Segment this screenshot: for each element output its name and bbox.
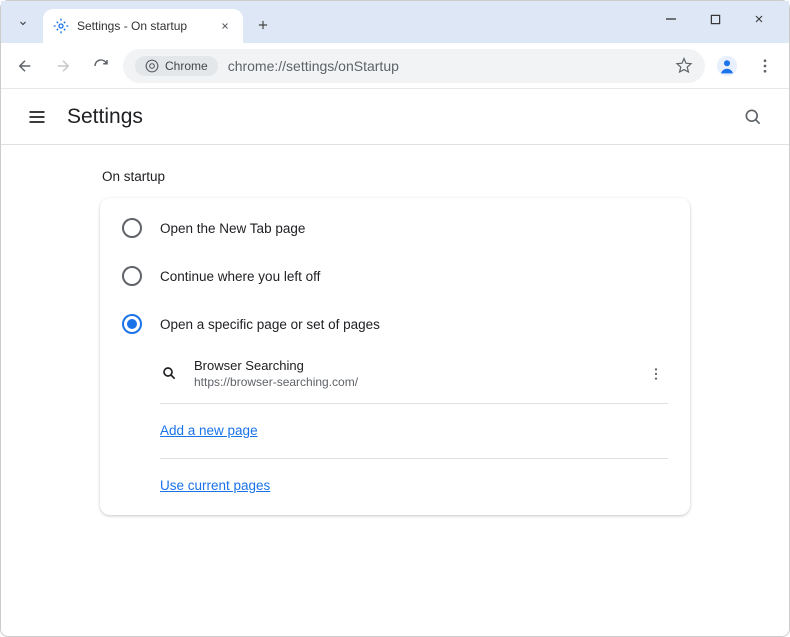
minimize-button[interactable] [653, 5, 689, 33]
gear-icon [53, 18, 69, 34]
plus-icon [256, 18, 270, 32]
option-label: Continue where you left off [160, 269, 320, 284]
search-button[interactable] [735, 99, 771, 135]
page-title: Settings [67, 105, 143, 129]
browser-toolbar: Chrome chrome://settings/onStartup [1, 43, 789, 89]
minimize-icon [665, 13, 677, 25]
tabs-dropdown-button[interactable] [9, 9, 37, 37]
startup-page-url: https://browser-searching.com/ [194, 375, 644, 389]
menu-button[interactable] [19, 99, 55, 135]
close-window-button[interactable] [741, 5, 777, 33]
new-tab-button[interactable] [249, 11, 277, 39]
content-area: On startup Open the New Tab page Continu… [1, 145, 789, 539]
arrow-left-icon [16, 57, 34, 75]
forward-button[interactable] [47, 50, 79, 82]
maximize-icon [710, 14, 721, 25]
use-current-link[interactable]: Use current pages [160, 478, 270, 493]
reload-icon [92, 57, 110, 75]
url-text: chrome://settings/onStartup [228, 58, 665, 74]
menu-icon [27, 107, 47, 127]
more-vertical-icon [756, 57, 774, 75]
back-button[interactable] [9, 50, 41, 82]
window-controls [653, 5, 789, 43]
option-continue[interactable]: Continue where you left off [100, 252, 690, 300]
arrow-right-icon [54, 57, 72, 75]
add-page-row: Add a new page [100, 408, 690, 454]
option-label: Open the New Tab page [160, 221, 305, 236]
search-icon [743, 107, 763, 127]
more-vertical-icon [648, 366, 664, 382]
chrome-chip-label: Chrome [165, 59, 208, 73]
option-new-tab[interactable]: Open the New Tab page [100, 204, 690, 252]
option-label: Open a specific page or set of pages [160, 317, 380, 332]
divider [160, 403, 668, 404]
magnifier-icon [160, 364, 180, 384]
titlebar: Settings - On startup [1, 1, 789, 43]
page-text: Browser Searching https://browser-search… [194, 358, 644, 389]
radio-checked-icon [122, 314, 142, 334]
radio-unchecked-icon [122, 266, 142, 286]
profile-icon [716, 55, 738, 77]
profile-button[interactable] [711, 50, 743, 82]
settings-header: Settings [1, 89, 789, 145]
radio-unchecked-icon [122, 218, 142, 238]
page-more-button[interactable] [644, 362, 668, 386]
maximize-button[interactable] [697, 5, 733, 33]
add-page-link[interactable]: Add a new page [160, 423, 258, 438]
tab-title: Settings - On startup [77, 19, 209, 33]
reload-button[interactable] [85, 50, 117, 82]
browser-tab[interactable]: Settings - On startup [43, 9, 243, 43]
close-icon [220, 21, 230, 31]
address-bar[interactable]: Chrome chrome://settings/onStartup [123, 49, 705, 83]
close-icon [753, 13, 765, 25]
use-current-row: Use current pages [100, 463, 690, 509]
more-button[interactable] [749, 50, 781, 82]
tab-close-button[interactable] [217, 18, 233, 34]
chrome-chip: Chrome [135, 56, 218, 76]
option-specific-pages[interactable]: Open a specific page or set of pages [100, 300, 690, 348]
startup-page-item: Browser Searching https://browser-search… [100, 348, 690, 399]
divider [160, 458, 668, 459]
chevron-down-icon [17, 17, 29, 29]
startup-page-name: Browser Searching [194, 358, 644, 373]
section-label: On startup [100, 169, 690, 184]
star-icon[interactable] [675, 57, 693, 75]
chrome-icon [145, 59, 159, 73]
startup-card: Open the New Tab page Continue where you… [100, 198, 690, 515]
